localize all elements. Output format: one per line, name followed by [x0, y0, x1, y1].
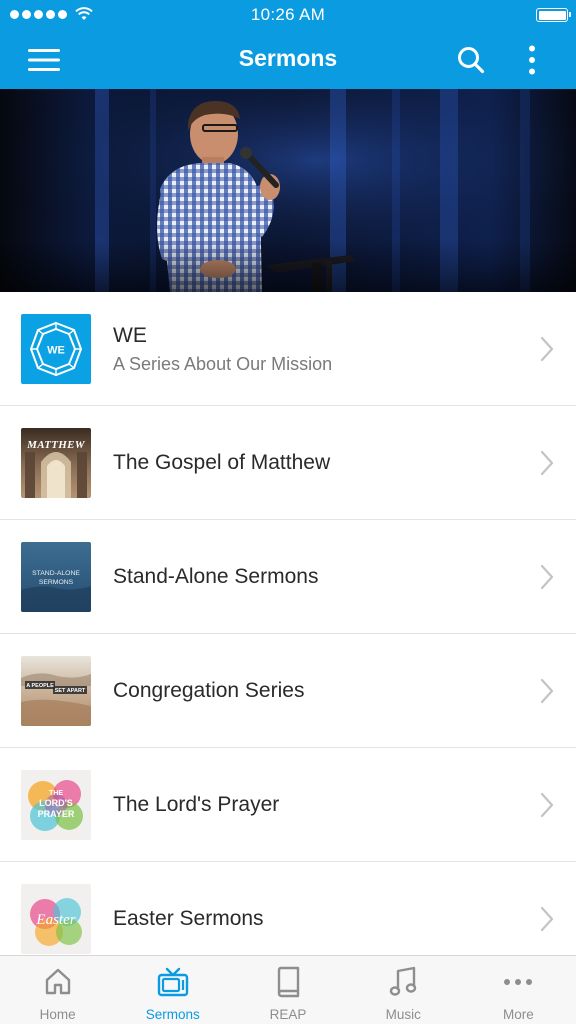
tab-more[interactable]: More	[461, 956, 576, 1024]
vertical-ellipsis-icon	[529, 45, 535, 75]
series-thumbnail-matthew: MATTHEW	[21, 428, 91, 498]
chevron-right-icon	[540, 450, 554, 476]
tab-label: REAP	[269, 1007, 307, 1022]
horizontal-ellipsis-icon	[504, 979, 533, 985]
series-text: Congregation Series	[113, 634, 516, 748]
series-thumbnail-stand-alone: STAND-ALONE SERMONS	[21, 542, 91, 612]
thumbnail-label: LORD'S	[39, 798, 73, 808]
series-subtitle: A Series About Our Mission	[113, 353, 333, 374]
status-bar: 10:26 AM	[0, 0, 576, 30]
series-text: Stand-Alone Sermons	[113, 520, 516, 634]
series-title: Stand-Alone Sermons	[113, 565, 319, 588]
tab-home[interactable]: Home	[0, 956, 115, 1024]
series-list: WE WE A Series About Our Mission MATTHEW…	[0, 292, 576, 955]
series-row-gospel-of-matthew[interactable]: MATTHEW The Gospel of Matthew	[0, 406, 576, 520]
chevron-right-icon	[540, 792, 554, 818]
thumbnail-label: PRAYER	[38, 809, 75, 819]
book-icon	[277, 966, 300, 998]
chevron-right-icon	[540, 906, 554, 932]
chevron-right-icon	[540, 336, 554, 362]
more-options-button[interactable]	[508, 36, 556, 84]
series-text: The Lord's Prayer	[113, 748, 516, 862]
series-thumbnail-congregation: A PEOPLE SET APART	[21, 656, 91, 726]
thumbnail-label: MATTHEW	[26, 439, 86, 451]
series-title: WE	[113, 323, 147, 347]
search-icon	[458, 47, 485, 74]
hero-image	[0, 89, 576, 292]
tab-label: Music	[385, 1007, 421, 1022]
tab-label: More	[503, 1007, 534, 1022]
thumbnail-label: THE	[49, 790, 63, 797]
series-title: The Lord's Prayer	[113, 793, 280, 816]
series-title: Easter Sermons	[113, 907, 264, 930]
series-text: Easter Sermons	[113, 862, 516, 955]
nav-bar: Sermons	[0, 30, 576, 89]
series-row-easter-sermons[interactable]: Easter Easter Sermons	[0, 862, 576, 955]
series-title: The Gospel of Matthew	[113, 451, 331, 474]
thumbnail-label: SERMONS	[39, 579, 74, 586]
tab-label: Sermons	[145, 1007, 200, 1022]
tab-reap[interactable]: REAP	[230, 956, 345, 1024]
home-icon	[45, 968, 70, 995]
search-button[interactable]	[447, 36, 495, 84]
preacher-photo	[0, 89, 576, 292]
thumbnail-label: STAND-ALONE	[32, 570, 80, 577]
series-thumbnail-easter: Easter	[21, 884, 91, 954]
thumbnail-label: A PEOPLE	[26, 683, 54, 689]
tab-bar: Home Sermons REAP Music More	[0, 955, 576, 1024]
thumbnail-label: SET APART	[55, 688, 86, 694]
series-row-lords-prayer[interactable]: THE LORD'S PRAYER The Lord's Prayer	[0, 748, 576, 862]
series-title: Congregation Series	[113, 679, 305, 702]
music-note-icon	[390, 966, 417, 996]
series-text: WE A Series About Our Mission	[113, 292, 516, 406]
thumbnail-label: Easter	[35, 912, 75, 928]
chevron-right-icon	[540, 678, 554, 704]
tab-sermons[interactable]: Sermons	[115, 956, 230, 1024]
series-text: The Gospel of Matthew	[113, 406, 516, 520]
status-time: 10:26 AM	[250, 5, 326, 24]
chevron-right-icon	[540, 564, 554, 590]
thumbnail-label: WE	[47, 345, 65, 357]
series-thumbnail-we: WE	[21, 314, 91, 384]
tv-icon	[157, 967, 188, 997]
series-row-congregation-series[interactable]: A PEOPLE SET APART Congregation Series	[0, 634, 576, 748]
tab-music[interactable]: Music	[346, 956, 461, 1024]
series-thumbnail-lords-prayer: THE LORD'S PRAYER	[21, 770, 91, 840]
series-row-we[interactable]: WE WE A Series About Our Mission	[0, 292, 576, 406]
series-row-stand-alone-sermons[interactable]: STAND-ALONE SERMONS Stand-Alone Sermons	[0, 520, 576, 634]
battery-icon	[536, 8, 571, 22]
tab-label: Home	[39, 1007, 76, 1022]
